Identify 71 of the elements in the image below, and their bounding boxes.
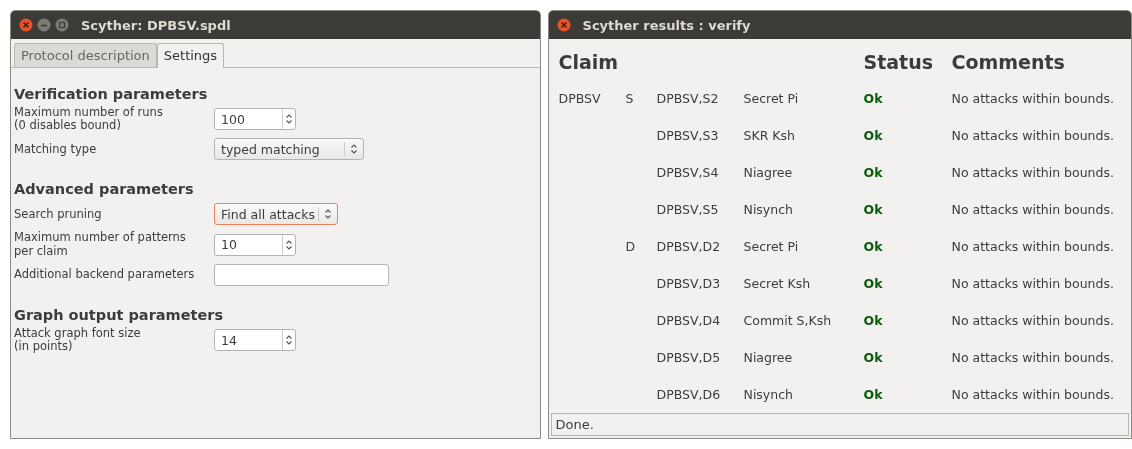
table-cell-text: No attacks within bounds.: [951, 91, 1115, 106]
table-cell-text: Secret Pi: [743, 239, 800, 254]
column-header: Status: [863, 49, 935, 75]
table-cell-text: Ok: [863, 128, 884, 143]
table-cell-text: DPBSV: [558, 91, 602, 106]
section-heading: Verification parameters: [14, 86, 209, 102]
table-cell-text: DPBSV,S5: [656, 202, 720, 217]
table-cell-text: No attacks within bounds.: [951, 202, 1115, 217]
maximize-icon[interactable]: [55, 18, 69, 32]
column-header: Claim: [558, 49, 620, 75]
table-cell-text: DPBSV,D5: [656, 350, 722, 365]
spin-arrows-icon: [285, 334, 293, 347]
table-cell-text: Nisynch: [743, 202, 794, 217]
table-cell-text: Secret Ksh: [743, 276, 812, 291]
table-cell-text: DPBSV,D6: [656, 387, 722, 402]
table-cell-text: Commit S,Ksh: [743, 313, 833, 328]
table-cell-text: Ok: [863, 202, 884, 217]
status-bar: Done.: [550, 413, 1129, 436]
table-cell-text: Ok: [863, 350, 884, 365]
table-cell-text: DPBSV,D3: [656, 276, 722, 291]
table-cell-text: Ok: [863, 313, 884, 328]
table-cell-text: Ok: [863, 165, 884, 180]
table-cell-text: No attacks within bounds.: [951, 165, 1115, 180]
table-cell-text: DPBSV,S4: [656, 165, 720, 180]
table-cell-text: Niagree: [743, 350, 794, 365]
spin-field[interactable]: 10: [214, 233, 296, 256]
window-title: Scyther: DPBSV.spdl: [81, 17, 231, 33]
field-label: Maximum number of runs (0 disables bound): [14, 106, 164, 133]
table-cell-text: No attacks within bounds.: [951, 387, 1115, 402]
spin-arrows-icon: [324, 208, 332, 221]
table-cell-text: No attacks within bounds.: [951, 276, 1115, 291]
table-cell-text: Niagree: [743, 165, 794, 180]
table-cell-text: DPBSV,D4: [656, 313, 722, 328]
section-heading: Graph output parameters: [14, 306, 225, 323]
column-header: Comments: [951, 49, 1066, 75]
table-cell-text: No attacks within bounds.: [951, 128, 1115, 143]
field-label: Attack graph font size (in points): [14, 326, 142, 354]
spin-field[interactable]: 100: [214, 108, 296, 131]
table-cell-text: DPBSV,S3: [656, 128, 720, 143]
table-cell-text: Ok: [863, 387, 884, 402]
table-cell-text: Ok: [863, 276, 884, 291]
table-cell-text: No attacks within bounds.: [951, 350, 1115, 365]
table-cell-text: Ok: [863, 91, 884, 106]
section-heading: Advanced parameters: [14, 181, 195, 198]
table-cell-text: Ok: [863, 239, 884, 254]
dropdown[interactable]: Find all attacks: [214, 203, 338, 226]
spin-arrows-icon: [350, 143, 358, 156]
table-cell-text: Secret Pi: [743, 91, 800, 106]
table-cell-text: DPBSV,D2: [656, 239, 722, 254]
table-cell-text: S: [625, 91, 635, 106]
tab[interactable]: Settings: [156, 43, 225, 68]
table-cell-text: No attacks within bounds.: [951, 313, 1115, 328]
field-label: Search pruning: [14, 207, 103, 222]
close-icon[interactable]: [19, 18, 33, 32]
table-cell-text: Nisynch: [743, 387, 794, 402]
close-icon[interactable]: [556, 18, 571, 32]
field-label: Matching type: [14, 142, 98, 157]
tab[interactable]: Protocol description: [14, 43, 157, 67]
field-label: Maximum number of patterns per claim: [14, 231, 187, 258]
table-cell-text: SKR Ksh: [743, 128, 796, 143]
table-cell-text: D: [625, 239, 637, 254]
table-cell-text: No attacks within bounds.: [951, 239, 1115, 254]
window-title: Scyther results : verify: [582, 17, 751, 33]
table-cell-text: DPBSV,S2: [656, 91, 720, 106]
input-field[interactable]: [214, 263, 389, 286]
spin-field[interactable]: 14: [214, 329, 296, 352]
spin-arrows-icon: [285, 113, 293, 126]
minimize-icon[interactable]: [37, 18, 51, 32]
dropdown[interactable]: typed matching: [214, 138, 364, 161]
spin-arrows-icon: [285, 238, 293, 251]
field-label: Additional backend parameters: [14, 268, 196, 282]
